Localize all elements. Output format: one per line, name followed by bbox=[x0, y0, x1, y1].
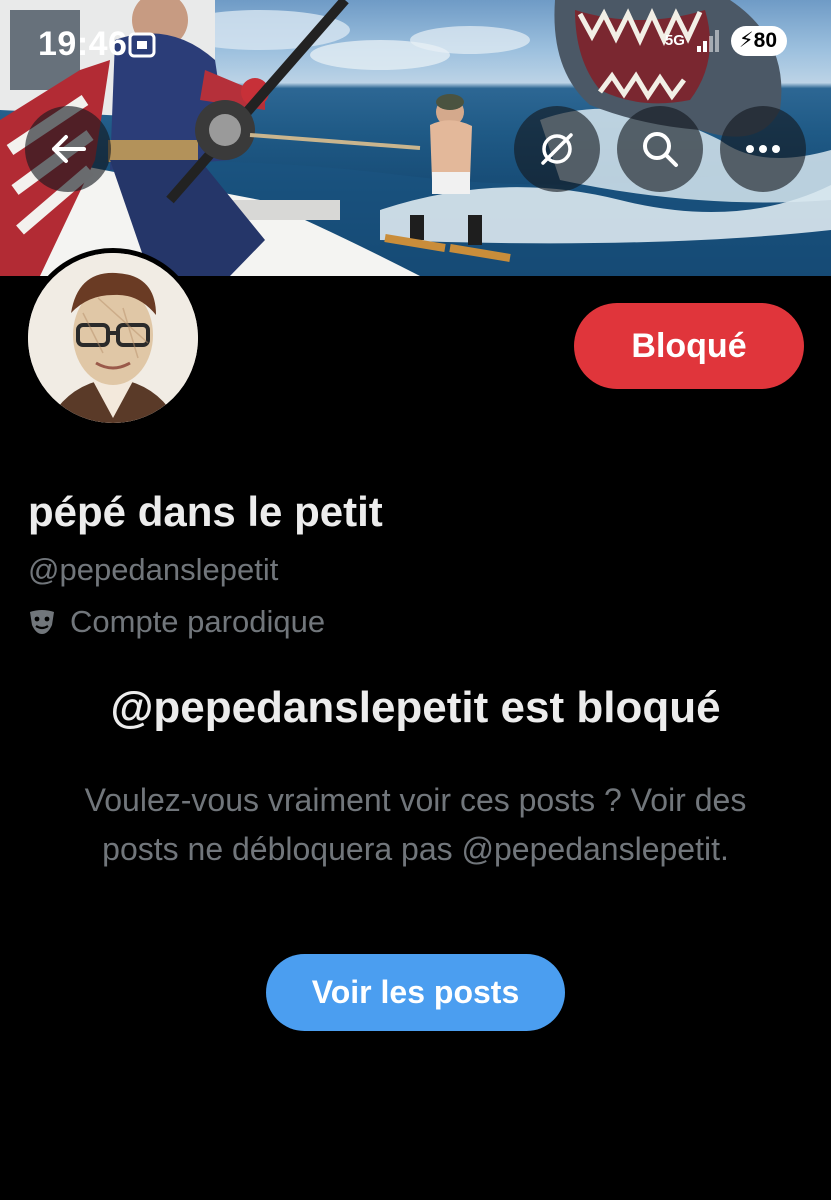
display-name: pépé dans le petit bbox=[28, 488, 383, 535]
grok-icon bbox=[541, 133, 573, 165]
more-button[interactable] bbox=[720, 106, 806, 192]
blocked-button[interactable]: Bloqué bbox=[574, 303, 804, 389]
network-type: 5G bbox=[664, 32, 685, 49]
battery-charging-icon: ⚡ bbox=[738, 29, 754, 52]
view-posts-button[interactable]: Voir les posts bbox=[266, 954, 565, 1031]
status-time: 19:46 bbox=[38, 25, 128, 63]
avatar-image bbox=[28, 253, 198, 423]
more-icon bbox=[746, 145, 780, 153]
avatar[interactable] bbox=[23, 248, 203, 428]
grok-button[interactable] bbox=[514, 106, 600, 192]
status-right: 5G ⚡80 bbox=[665, 26, 787, 56]
signal-icon bbox=[696, 30, 719, 52]
battery-level: 80 bbox=[753, 29, 777, 52]
theater-mask-icon bbox=[30, 610, 54, 634]
back-arrow-icon bbox=[52, 135, 86, 163]
back-button[interactable] bbox=[25, 106, 111, 192]
parody-label: Compte parodique bbox=[70, 604, 326, 639]
battery-indicator: ⚡80 bbox=[730, 26, 787, 56]
blocked-title: @pepedanslepetit est bloqué bbox=[110, 683, 721, 732]
search-button[interactable] bbox=[617, 106, 703, 192]
profile-handle: @pepedanslepetit bbox=[28, 552, 279, 587]
parody-label-row: Compte parodique bbox=[28, 604, 325, 640]
screen-record-icon bbox=[128, 32, 156, 58]
search-icon bbox=[643, 132, 678, 167]
status-bar: 19:46 5G ⚡80 bbox=[0, 0, 831, 86]
blocked-description: Voulez-vous vraiment voir ces posts ? Vo… bbox=[84, 782, 747, 867]
